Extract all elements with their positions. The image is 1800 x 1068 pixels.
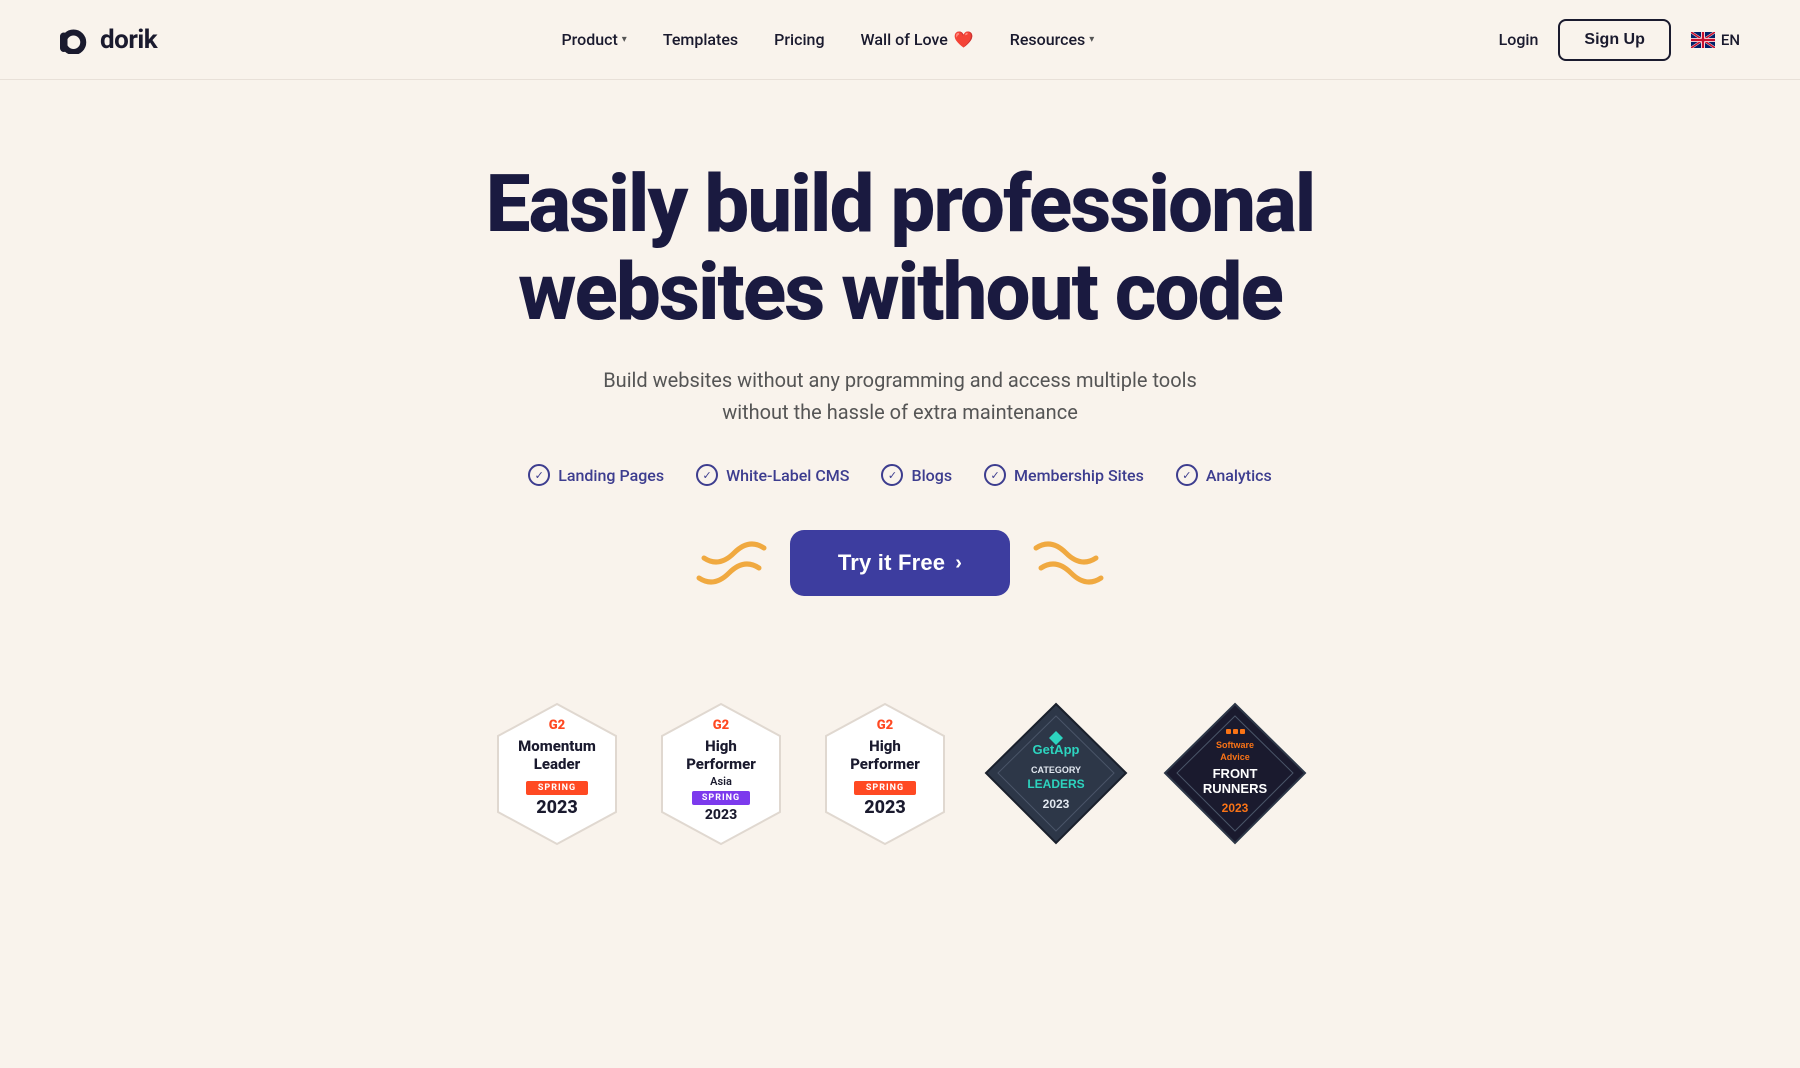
badge-momentum-leader: G2 Momentum Leader SPRING 2023 [487,696,627,851]
login-link[interactable]: Login [1499,30,1539,49]
try-it-free-button[interactable]: Try it Free › [790,530,1010,596]
nav-resources[interactable]: Resources ▾ [1010,30,1095,49]
badge-ribbon: SPRING [526,781,588,795]
check-icon: ✓ [1176,464,1198,486]
check-icon: ✓ [696,464,718,486]
svg-text:LEADERS: LEADERS [1027,777,1084,791]
check-icon: ✓ [984,464,1006,486]
badge-high-performer-asia: G2 HighPerformer Asia SPRING 2023 [651,696,791,851]
g2-logo: G2 [713,718,729,733]
svg-text:Advice: Advice [1220,752,1250,762]
nav-product[interactable]: Product ▾ [561,30,626,49]
resources-arrow-icon: ▾ [1089,34,1094,45]
logo-text: dorik [100,25,157,55]
feature-membership-sites: ✓ Membership Sites [984,464,1144,486]
nav-templates[interactable]: Templates [663,30,738,49]
arrow-right-icon: › [955,552,962,575]
badge-getapp: GetApp CATEGORY LEADERS 2023 [979,696,1134,851]
g2-logo: G2 [877,718,893,733]
svg-text:CATEGORY: CATEGORY [1031,765,1081,775]
svg-text:2023: 2023 [1043,797,1070,811]
nav-wall-of-love[interactable]: Wall of Love ❤️ [861,30,974,49]
badge-title: HighPerformer [686,737,756,773]
check-icon: ✓ [528,464,550,486]
svg-text:2023: 2023 [1222,801,1249,815]
squiggle-right-icon [1026,533,1106,593]
feature-analytics: ✓ Analytics [1176,464,1272,486]
svg-text:RUNNERS: RUNNERS [1203,781,1268,796]
hero-section: Easily build professional websites witho… [300,80,1500,696]
logo[interactable]: dorik [60,25,157,55]
badge-subtitle: Asia [710,775,732,788]
nav-pricing[interactable]: Pricing [774,30,824,49]
badges-row: G2 Momentum Leader SPRING 2023 G2 HighPe… [0,696,1800,851]
hero-title: Easily build professional websites witho… [340,160,1460,336]
signup-button[interactable]: Sign Up [1558,19,1670,61]
badge-ribbon: SPRING [854,781,916,795]
navigation: dorik Product ▾ Templates Pricing Wall o… [0,0,1800,80]
svg-text:FRONT: FRONT [1213,766,1258,781]
badge-high-performer-spring: G2 HighPerformer SPRING 2023 [815,696,955,851]
squiggle-left-icon [694,533,774,593]
features-row: ✓ Landing Pages ✓ White-Label CMS ✓ Blog… [340,464,1460,486]
svg-text:Software: Software [1216,740,1254,750]
badge-subyear: 2023 [705,807,737,823]
badge-title: HighPerformer [850,737,920,773]
language-selector[interactable]: EN [1691,31,1740,49]
feature-landing-pages: ✓ Landing Pages [528,464,664,486]
feature-blogs: ✓ Blogs [881,464,952,486]
flag-icon [1691,32,1715,48]
software-advice-badge-shape: Software Advice FRONT RUNNERS 2023 [1158,696,1313,851]
badge-ribbon: SPRING [692,791,750,805]
badge-software-advice: Software Advice FRONT RUNNERS 2023 [1158,696,1313,851]
feature-white-label-cms: ✓ White-Label CMS [696,464,849,486]
g2-logo: G2 [549,718,565,733]
hero-subtitle: Build websites without any programming a… [340,364,1460,428]
badge-year: 2023 [864,797,906,818]
check-icon: ✓ [881,464,903,486]
cta-area: Try it Free › [340,530,1460,596]
nav-right: Login Sign Up EN [1499,19,1740,61]
badge-year: 2023 [536,797,578,818]
getapp-badge-shape: GetApp CATEGORY LEADERS 2023 [979,696,1134,851]
product-arrow-icon: ▾ [622,34,627,45]
nav-links: Product ▾ Templates Pricing Wall of Love… [561,30,1094,49]
badge-title: Momentum Leader [518,737,596,773]
heart-icon: ❤️ [954,30,974,49]
